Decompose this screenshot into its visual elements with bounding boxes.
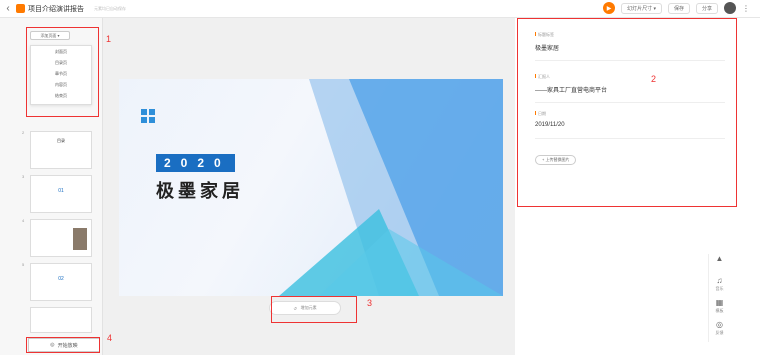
save-button[interactable]: 保存 [667,2,690,14]
annotation-box-1 [26,27,99,117]
play-icon[interactable]: ▶ [603,2,616,14]
slide-thumbnail[interactable]: 02 [30,263,92,301]
annotation-box-2 [517,18,737,207]
tool-label: 音乐 [715,286,724,291]
thumb-number: 5 [22,262,25,267]
slide-thumbnail[interactable]: 目录 [30,131,92,169]
side-toolbar: ▲ ♫ 音乐 ▦ 模板 ◎ 反馈 [708,254,730,342]
slide-thumbnail[interactable] [30,219,92,257]
feedback-tool[interactable]: ◎ 反馈 [709,320,730,342]
share-button[interactable]: 分享 [695,2,718,14]
thumb-number: 4 [22,218,25,223]
thumb-title: 目录 [57,138,65,143]
slide-size-dropdown[interactable]: 幻灯片尺寸 ▾ [621,2,662,14]
thumb-title: 01 [58,188,64,194]
avatar[interactable] [724,2,736,14]
document-title[interactable]: 项目介绍演讲报告 [28,4,84,14]
top-bar: ‹ 项目介绍演讲报告 元素均已自动保存 ▶ 幻灯片尺寸 ▾ 保存 分享 ⋮ [0,0,760,18]
annotation-number: 1 [106,34,112,44]
chevron-up-icon: ▲ [715,254,724,263]
app-logo-icon [16,4,25,13]
back-icon[interactable]: ‹ [0,3,16,14]
annotation-box-4 [26,337,100,353]
music-icon: ♫ [716,276,723,285]
slide-thumbnail[interactable] [30,307,92,333]
thumb-number: 3 [22,174,25,179]
template-tool[interactable]: ▦ 模板 [709,298,730,320]
feedback-icon: ◎ [716,320,723,329]
save-status: 元素均已自动保存 [94,5,126,11]
topbar-actions: ▶ 幻灯片尺寸 ▾ 保存 分享 ⋮ [603,2,750,14]
music-tool[interactable]: ♫ 音乐 [709,276,730,298]
slide-canvas[interactable]: 2020 极墨家居 [119,79,503,296]
annotation-box-3 [271,296,357,323]
slide-thumbnail[interactable]: 01 [30,175,92,213]
slide-year[interactable]: 2020 [156,154,235,172]
slide-brand-title[interactable]: 极墨家居 [156,177,244,203]
tool-label: 反馈 [715,330,724,335]
annotation-number: 3 [367,298,373,308]
thumb-number: 2 [22,130,25,135]
thumb-photo [73,228,87,250]
thumb-title: 02 [58,276,64,282]
collapse-tool[interactable]: ▲ [709,254,730,276]
tool-label: 模板 [715,308,724,313]
annotation-number: 4 [107,333,113,343]
more-icon[interactable]: ⋮ [742,4,750,13]
grid-logo-icon [141,109,155,123]
annotation-number: 2 [651,74,657,84]
template-icon: ▦ [715,298,724,307]
